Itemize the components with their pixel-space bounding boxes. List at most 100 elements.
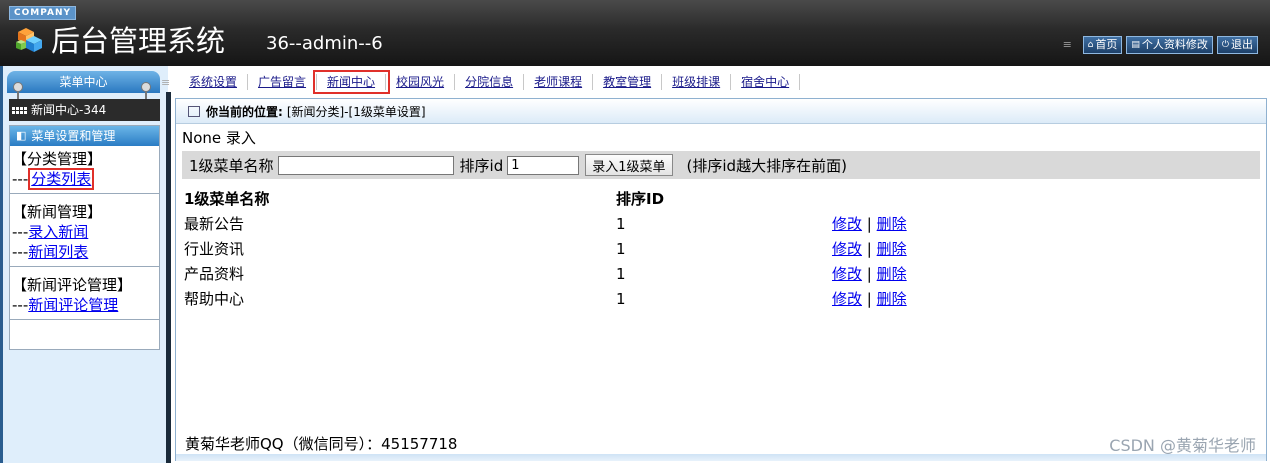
edit-link[interactable]: 修改: [832, 215, 862, 233]
link-dash: ---: [12, 223, 29, 241]
group-title: 【新闻评论管理】: [12, 276, 133, 294]
grip-icon: ≡: [1062, 38, 1072, 51]
news-center-bar[interactable]: 新闻中心-344: [9, 99, 160, 121]
location-bar: 你当前的位置: [新闻分类]-[1级菜单设置]: [176, 99, 1266, 124]
user-info: 36--admin--6: [266, 33, 383, 54]
company-badge: COMPANY: [9, 6, 76, 20]
profile-edit-label: 个人资料修改: [1141, 38, 1208, 51]
link-dash: ---: [12, 170, 29, 188]
window-icon: [188, 105, 200, 117]
top-nav: ≡ 系统设置 广告留言 新闻中心 校园风光 分院信息 老师课程 教室管理 班级排…: [161, 70, 1270, 94]
order-id-input[interactable]: [507, 155, 580, 175]
add-menu-button[interactable]: 录入1级菜单: [585, 154, 673, 176]
tab-campus-scenery[interactable]: 校园风光: [386, 74, 456, 90]
action-separator: |: [866, 215, 872, 233]
delete-link[interactable]: 删除: [877, 240, 907, 258]
csdn-watermark: CSDN @黄菊华老师: [1109, 436, 1256, 455]
power-icon: ⏻: [1221, 40, 1229, 50]
edit-link[interactable]: 修改: [832, 290, 862, 308]
tab-news-center[interactable]: 新闻中心: [313, 70, 391, 94]
pin-icon: [13, 82, 23, 99]
menu-box-title: 菜单设置和管理: [31, 129, 116, 143]
menu-link-row: ---新闻列表: [12, 242, 159, 262]
category-list-link[interactable]: 分类列表: [31, 170, 91, 188]
menu-name-input[interactable]: [277, 155, 454, 175]
action-separator: |: [866, 265, 872, 283]
header-buttons: ≡ ⌂ 首页 ▤ 个人资料修改 ⏻ 退出: [1063, 36, 1258, 54]
tab-dormitory-center[interactable]: 宿舍中心: [731, 74, 801, 90]
sidebar-edge: [0, 66, 3, 463]
list-icon: ▤: [1131, 40, 1140, 50]
menu-name-cell: 最新公告: [184, 215, 245, 233]
grid-icon: [12, 106, 27, 114]
app-title: 后台管理系统: [51, 24, 226, 58]
logout-button[interactable]: ⏻ 退出: [1216, 36, 1258, 54]
tab-class-scheduling[interactable]: 班级排课: [662, 74, 732, 90]
contact-footer: 黄菊华老师QQ（微信同号）：45157718: [185, 435, 458, 453]
order-cell: 1: [616, 215, 626, 233]
add-news-link[interactable]: 录入新闻: [28, 223, 88, 241]
actions-cell: 修改 | 删除: [832, 237, 907, 262]
group-title: 【分类管理】: [12, 150, 103, 168]
menu-group-category: 【分类管理】 --- 分类列表: [10, 146, 159, 194]
add-menu-form: 1级菜单名称 排序id 录入1级菜单 (排序id越大排序在前面): [182, 151, 1260, 179]
app-header: COMPANY 后台管理系统 36--admin--6 ≡ ⌂ 首页 ▤ 个人资…: [0, 0, 1270, 66]
menu-box-header: ◧ 菜单设置和管理: [10, 126, 159, 146]
pin-icon: [141, 82, 151, 99]
delete-link[interactable]: 删除: [877, 265, 907, 283]
column-header: 1级菜单名称: [184, 190, 270, 208]
menu-name-cell: 帮助中心: [184, 290, 245, 308]
menu-group-comments: 【新闻评论管理】 ---新闻评论管理: [10, 267, 159, 320]
tab-classroom-management[interactable]: 教室管理: [593, 74, 663, 90]
action-separator: |: [866, 240, 872, 258]
news-center-label: 新闻中心-344: [31, 103, 107, 117]
column-header: 排序ID: [616, 190, 665, 208]
tab-system-settings[interactable]: 系统设置: [179, 74, 249, 90]
grip-icon: ≡: [161, 75, 171, 89]
home-button[interactable]: ⌂ 首页: [1082, 36, 1123, 54]
news-comments-link[interactable]: 新闻评论管理: [28, 296, 118, 314]
actions-cell: 修改 | 删除: [832, 212, 907, 237]
name-label: 1级菜单名称: [189, 156, 274, 175]
cubes-logo-icon: [16, 28, 42, 52]
delete-link[interactable]: 删除: [877, 215, 907, 233]
main-panel: 你当前的位置: [新闻分类]-[1级菜单设置] None 录入 1级菜单名称 排…: [175, 98, 1267, 461]
form-subtitle: None 录入: [182, 129, 256, 147]
actions-cell: 修改 | 删除: [832, 287, 907, 312]
group-title: 【新闻管理】: [12, 203, 103, 221]
profile-edit-button[interactable]: ▤ 个人资料修改: [1126, 36, 1213, 54]
tab-branch-info[interactable]: 分院信息: [455, 74, 525, 90]
news-list-link[interactable]: 新闻列表: [28, 243, 88, 261]
location-label: 你当前的位置:: [206, 104, 283, 119]
home-icon: ⌂: [1087, 40, 1094, 50]
bottom-strip: [176, 454, 1266, 461]
order-cell: 1: [616, 265, 626, 283]
menu-settings-box: ◧ 菜单设置和管理 【分类管理】 --- 分类列表 【新闻管理】 ---录入新闻 …: [9, 125, 160, 350]
order-cell: 1: [616, 240, 626, 258]
menu-link-row: ---录入新闻: [12, 222, 159, 242]
delete-link[interactable]: 删除: [877, 290, 907, 308]
menu-center-tab[interactable]: 菜单中心: [7, 71, 160, 93]
action-separator: |: [866, 290, 872, 308]
menu-name-cell: 产品资料: [184, 265, 245, 283]
link-dash: ---: [12, 296, 29, 314]
order-hint: (排序id越大排序在前面): [686, 156, 847, 175]
order-cell: 1: [616, 290, 626, 308]
menu-name-cell: 行业资讯: [184, 240, 245, 258]
menu-link-row: --- 分类列表: [12, 168, 159, 190]
logout-label: 退出: [1231, 38, 1253, 51]
link-dash: ---: [12, 243, 29, 261]
edit-link[interactable]: 修改: [832, 265, 862, 283]
location-path: [新闻分类]-[1级菜单设置]: [286, 104, 426, 119]
highlight-box: 分类列表: [28, 168, 95, 190]
menu-group-news: 【新闻管理】 ---录入新闻 ---新闻列表: [10, 194, 159, 267]
edit-link[interactable]: 修改: [832, 240, 862, 258]
tab-teacher-courses[interactable]: 老师课程: [524, 74, 594, 90]
tab-ad-messages[interactable]: 广告留言: [248, 74, 318, 90]
home-label: 首页: [1095, 38, 1118, 51]
menu-link-row: ---新闻评论管理: [12, 295, 159, 315]
menu-box-tail: [10, 320, 159, 328]
sidebar-divider: [166, 92, 171, 463]
order-label: 排序id: [459, 156, 504, 175]
panel-icon: ◧: [16, 129, 27, 142]
